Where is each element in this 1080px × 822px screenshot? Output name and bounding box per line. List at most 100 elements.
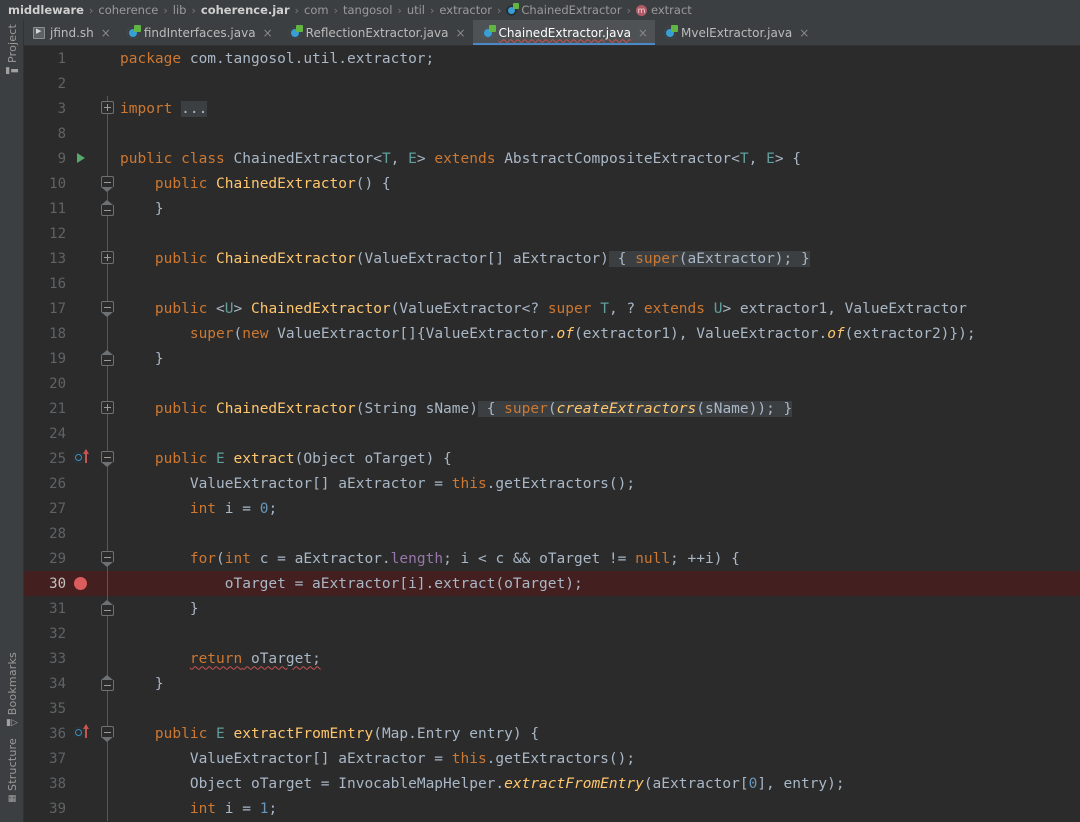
fold-gutter[interactable]: [96, 446, 120, 471]
gutter-markers[interactable]: [70, 796, 96, 821]
editor-line[interactable]: 29 for(int c = aExtractor.length; i < c …: [24, 546, 1080, 571]
gutter-markers[interactable]: [70, 646, 96, 671]
fold-gutter[interactable]: [96, 121, 120, 146]
breadcrumb-item-lib[interactable]: lib: [173, 3, 187, 17]
editor-line[interactable]: 38 Object oTarget = InvocableMapHelper.e…: [24, 771, 1080, 796]
fold-gutter[interactable]: [96, 546, 120, 571]
editor-line[interactable]: 37 ValueExtractor[] aExtractor = this.ge…: [24, 746, 1080, 771]
editor-line-breakpoint[interactable]: 30 oTarget = aExtractor[i].extract(oTarg…: [24, 571, 1080, 596]
editor-line[interactable]: 39 int i = 1;: [24, 796, 1080, 821]
tab-mvelextractor-java[interactable]: MvelExtractor.java ×: [655, 20, 816, 45]
gutter-markers[interactable]: [70, 221, 96, 246]
fold-gutter[interactable]: [96, 771, 120, 796]
editor-line[interactable]: 33 return oTarget;: [24, 646, 1080, 671]
fold-gutter[interactable]: [96, 596, 120, 621]
fold-end-icon[interactable]: [101, 600, 114, 616]
fold-gutter[interactable]: [96, 571, 120, 596]
editor-line[interactable]: 20: [24, 371, 1080, 396]
fold-gutter[interactable]: [96, 621, 120, 646]
fold-gutter[interactable]: [96, 321, 120, 346]
fold-gutter[interactable]: [96, 721, 120, 746]
editor-line[interactable]: 32: [24, 621, 1080, 646]
gutter-markers[interactable]: [70, 96, 96, 121]
editor-line[interactable]: 28: [24, 521, 1080, 546]
gutter-markers[interactable]: [70, 121, 96, 146]
gutter-markers[interactable]: [70, 496, 96, 521]
gutter-markers[interactable]: [70, 546, 96, 571]
fold-gutter[interactable]: [96, 96, 120, 121]
gutter-markers[interactable]: [70, 371, 96, 396]
gutter-markers[interactable]: [70, 596, 96, 621]
tab-reflectionextractor-java[interactable]: ReflectionExtractor.java ×: [280, 20, 473, 45]
fold-gutter[interactable]: [96, 296, 120, 321]
fold-collapse-icon[interactable]: [101, 176, 114, 192]
editor-line[interactable]: 18 super(new ValueExtractor[]{ValueExtra…: [24, 321, 1080, 346]
fold-gutter[interactable]: [96, 796, 120, 821]
breadcrumb-item-chainedextractor[interactable]: ChainedExtractor: [506, 2, 622, 17]
fold-gutter[interactable]: [96, 421, 120, 446]
gutter-markers[interactable]: [70, 396, 96, 421]
gutter-markers[interactable]: [70, 696, 96, 721]
close-icon[interactable]: ×: [455, 27, 465, 39]
editor-line[interactable]: 17 public <U> ChainedExtractor(ValueExtr…: [24, 296, 1080, 321]
sidebar-item-structure[interactable]: Structure ▦: [0, 738, 24, 804]
breakpoint-icon[interactable]: [74, 577, 87, 590]
editor-line[interactable]: 34 }: [24, 671, 1080, 696]
fold-collapse-icon[interactable]: [101, 726, 114, 742]
fold-gutter[interactable]: [96, 471, 120, 496]
fold-expand-icon[interactable]: [101, 101, 114, 114]
sidebar-item-bookmarks[interactable]: Bookmarks ▮▷: [0, 652, 24, 728]
gutter-markers[interactable]: [70, 346, 96, 371]
breadcrumb-item-coherence[interactable]: coherence: [98, 3, 158, 17]
fold-gutter[interactable]: [96, 671, 120, 696]
fold-gutter[interactable]: [96, 371, 120, 396]
fold-collapse-icon[interactable]: [101, 551, 114, 567]
gutter-markers[interactable]: [70, 196, 96, 221]
fold-gutter[interactable]: [96, 696, 120, 721]
gutter-markers[interactable]: [70, 146, 96, 171]
editor-line[interactable]: 2: [24, 71, 1080, 96]
gutter-markers[interactable]: [70, 421, 96, 446]
breadcrumb-item-middleware[interactable]: middleware: [8, 3, 84, 17]
editor-line[interactable]: 16: [24, 271, 1080, 296]
editor-line[interactable]: 26 ValueExtractor[] aExtractor = this.ge…: [24, 471, 1080, 496]
tab-jfind-sh[interactable]: jfind.sh ×: [24, 20, 118, 45]
editor-line[interactable]: 27 int i = 0;: [24, 496, 1080, 521]
fold-gutter[interactable]: [96, 396, 120, 421]
editor-line[interactable]: 12: [24, 221, 1080, 246]
gutter-markers[interactable]: [70, 171, 96, 196]
editor-line[interactable]: 24: [24, 421, 1080, 446]
fold-gutter[interactable]: [96, 646, 120, 671]
fold-gutter[interactable]: [96, 171, 120, 196]
breadcrumb-item-tangosol[interactable]: tangosol: [343, 3, 392, 17]
editor-line[interactable]: 10 public ChainedExtractor() {: [24, 171, 1080, 196]
run-icon[interactable]: [77, 153, 85, 163]
code-editor[interactable]: 1 package com.tangosol.util.extractor; 2…: [24, 46, 1080, 822]
close-icon[interactable]: ×: [263, 27, 273, 39]
close-icon[interactable]: ×: [638, 27, 648, 39]
gutter-markers[interactable]: [70, 71, 96, 96]
fold-end-icon[interactable]: [101, 200, 114, 216]
fold-end-icon[interactable]: [101, 675, 114, 691]
fold-gutter[interactable]: [96, 246, 120, 271]
fold-gutter[interactable]: [96, 46, 120, 71]
editor-line[interactable]: 9 public class ChainedExtractor<T, E> ex…: [24, 146, 1080, 171]
editor-line[interactable]: 3 import ...: [24, 96, 1080, 121]
editor-line[interactable]: 21 public ChainedExtractor(String sName)…: [24, 396, 1080, 421]
breadcrumb-item-extract[interactable]: m extract: [635, 3, 692, 17]
gutter-markers[interactable]: [70, 46, 96, 71]
editor-line[interactable]: 25 public E extract(Object oTarget) {: [24, 446, 1080, 471]
breadcrumb-item-util[interactable]: util: [407, 3, 425, 17]
gutter-markers[interactable]: [70, 521, 96, 546]
fold-gutter[interactable]: [96, 746, 120, 771]
fold-expand-icon[interactable]: [101, 401, 114, 414]
gutter-markers[interactable]: [70, 246, 96, 271]
editor-line[interactable]: 35: [24, 696, 1080, 721]
fold-gutter[interactable]: [96, 196, 120, 221]
gutter-markers[interactable]: [70, 671, 96, 696]
gutter-markers[interactable]: [70, 721, 96, 746]
editor-line[interactable]: 31 }: [24, 596, 1080, 621]
gutter-markers[interactable]: [70, 296, 96, 321]
gutter-markers[interactable]: [70, 471, 96, 496]
editor-line[interactable]: 8: [24, 121, 1080, 146]
